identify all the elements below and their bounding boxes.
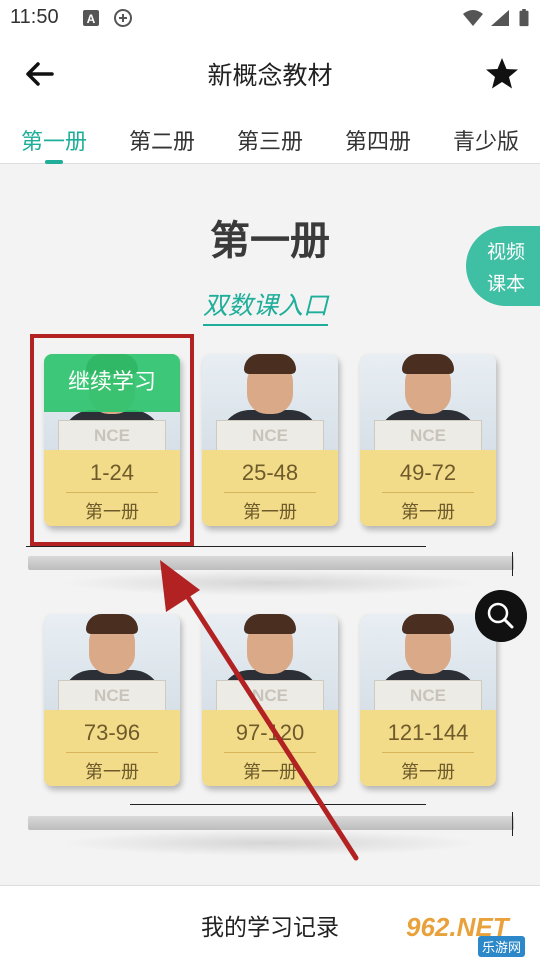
shelf: [28, 816, 514, 830]
lesson-range: 97-120: [235, 720, 305, 745]
book-73-96[interactable]: NCE 73-96 第一册: [44, 614, 180, 786]
favorite-star-icon[interactable]: [482, 54, 522, 94]
volume-label: 第一册: [243, 502, 297, 523]
wifi-icon: [463, 10, 483, 26]
status-bar: 11:50 A: [0, 0, 540, 36]
video-textbook-button[interactable]: 视频 课本: [466, 226, 540, 306]
lesson-range: 49-72: [399, 460, 457, 485]
nce-label: NCE: [252, 426, 288, 445]
nce-label: NCE: [252, 686, 288, 705]
shelf-line: [26, 546, 426, 547]
tab-volume-2[interactable]: 第二册: [122, 124, 202, 156]
shelf-edge: [512, 812, 513, 836]
sim-a-icon: A: [83, 10, 99, 26]
nce-label: NCE: [410, 686, 446, 705]
svg-text:A: A: [87, 12, 96, 26]
tab-volume-1[interactable]: 第一册: [14, 124, 94, 156]
tab-volume-4[interactable]: 第四册: [338, 124, 418, 156]
page-title: 新概念教材: [207, 61, 333, 90]
book-25-48[interactable]: NCE 25-48 第一册: [202, 354, 338, 526]
volume-label: 第一册: [243, 762, 297, 783]
shelf-shadow: [60, 830, 480, 856]
status-time: 11:50: [10, 6, 59, 28]
book-49-72[interactable]: NCE 49-72 第一册: [360, 354, 496, 526]
debug-icon: [114, 9, 132, 27]
watermark-sub: 乐游网: [478, 936, 526, 957]
book-121-144[interactable]: NCE 121-144 第一册: [360, 614, 496, 786]
app-bar: 新概念教材: [0, 36, 540, 112]
battery-icon: [519, 9, 529, 27]
book-97-120[interactable]: NCE 97-120 第一册: [202, 614, 338, 786]
shelf: [28, 556, 514, 570]
nce-label: NCE: [94, 686, 130, 705]
lesson-range: 25-48: [241, 460, 299, 485]
volume-label: 第一册: [401, 762, 455, 783]
tab-youth[interactable]: 青少版: [446, 124, 526, 156]
tab-indicator: [45, 160, 63, 164]
textbook-label: 课本: [486, 273, 525, 295]
shelf-shadow: [60, 570, 480, 596]
lesson-range: 121-144: [387, 720, 469, 745]
tab-volume-3[interactable]: 第三册: [230, 124, 310, 156]
shelf-line: [130, 804, 426, 805]
nce-label: NCE: [410, 426, 446, 445]
volume-heading: 第一册: [210, 218, 330, 264]
even-lessons-entry-link[interactable]: 双数课入口: [203, 286, 329, 326]
video-label: 视频: [486, 241, 525, 263]
highlight-box: [30, 334, 194, 546]
lesson-range: 73-96: [83, 720, 141, 745]
volume-label: 第一册: [401, 502, 455, 523]
volume-tabs: 第一册 第二册 第三册 第四册 青少版: [0, 112, 540, 164]
signal-icon: [491, 10, 509, 26]
search-icon[interactable]: [475, 590, 527, 642]
shelf-edge: [512, 552, 513, 576]
volume-label: 第一册: [85, 762, 139, 783]
